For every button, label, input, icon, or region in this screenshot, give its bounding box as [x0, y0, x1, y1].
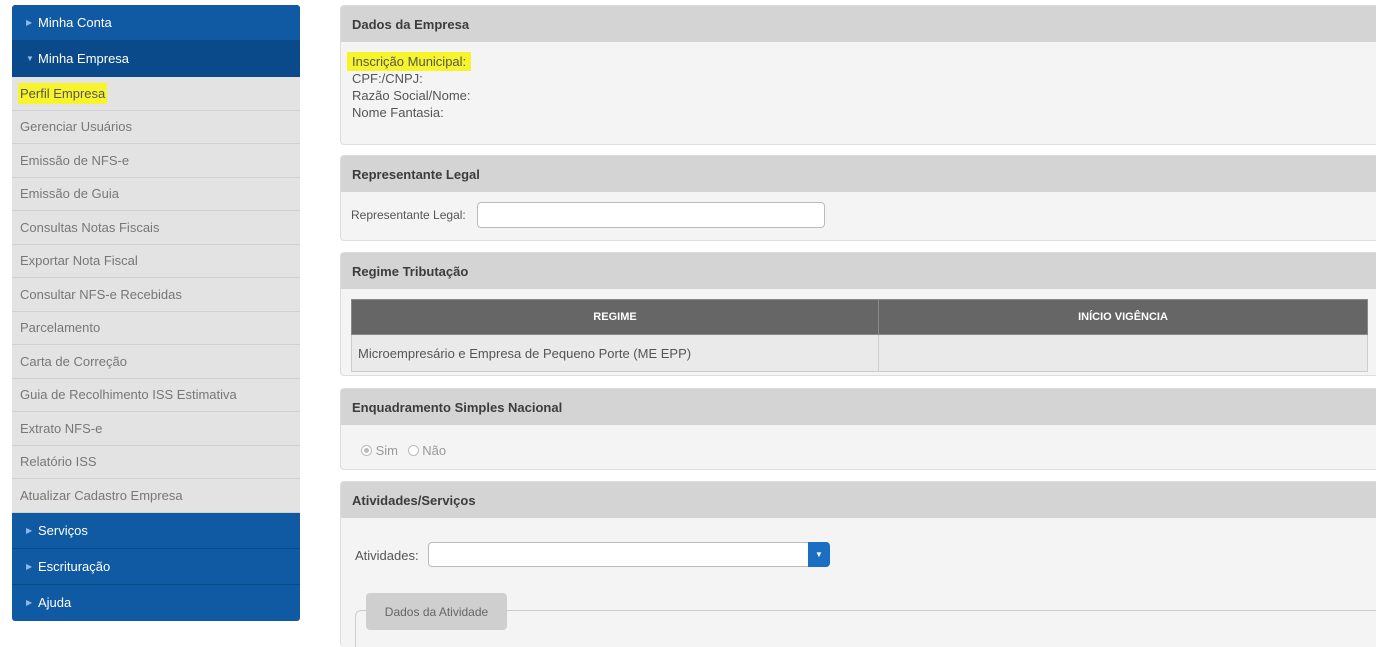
representante-legal-input[interactable] — [477, 202, 825, 228]
atividades-label: Atividades: — [355, 548, 419, 563]
sidebar-item-label: Atualizar Cadastro Empresa — [20, 487, 183, 503]
radio-nao[interactable] — [407, 445, 419, 456]
sidebar-item-emissao-nfse[interactable]: Emissão de NFS-e — [12, 144, 300, 178]
sidebar-item-extrato-nfse[interactable]: Extrato NFS-e — [12, 412, 300, 446]
sidebar-item-label: Extrato NFS-e — [20, 420, 103, 436]
sidebar-item-exportar-nota[interactable]: Exportar Nota Fiscal — [12, 244, 300, 278]
panel-title: Dados da Empresa — [341, 6, 1376, 42]
sidebar-item-label: Relatório ISS — [20, 454, 97, 470]
chevron-right-icon: ▶ — [26, 598, 33, 607]
sidebar-item-parcelamento[interactable]: Parcelamento — [12, 311, 300, 345]
inicio-vigencia-cell — [878, 334, 1368, 372]
sidebar-item-label: Emissão de NFS-e — [20, 152, 130, 168]
sidebar-item-label: Guia de Recolhimento ISS Estimativa — [20, 387, 237, 403]
sidebar-item-relatorio-iss[interactable]: Relatório ISS — [12, 445, 300, 479]
nav-servicos[interactable]: ▶ Serviços — [12, 512, 300, 549]
nav-minha-empresa-label: Minha Empresa — [38, 51, 130, 66]
sidebar-item-emissao-guia[interactable]: Emissão de Guia — [12, 177, 300, 211]
nav-minha-conta[interactable]: ▶ Minha Conta — [12, 5, 300, 41]
nome-fantasia-label: Nome Fantasia: — [352, 105, 444, 120]
nav-escrituracao[interactable]: ▶ Escrituração — [12, 548, 300, 585]
sidebar-item-label: Consultas Notas Fiscais — [20, 219, 160, 235]
regime-cell: Microempresário e Empresa de Pequeno Por… — [351, 334, 879, 372]
panel-title: Enquadramento Simples Nacional — [341, 389, 1376, 425]
sidebar-item-carta-correcao[interactable]: Carta de Correção — [12, 345, 300, 379]
sidebar-item-label: Consultar NFS-e Recebidas — [20, 286, 182, 302]
panel-regime-tributacao: Regime Tributação REGIME INÍCIO VIGÊNCIA… — [340, 252, 1376, 376]
nav-minha-empresa[interactable]: ▼ Minha Empresa — [12, 41, 300, 77]
sidebar-item-label: Perfil Empresa — [18, 82, 108, 104]
panel-title: Atividades/Serviços — [341, 482, 1376, 518]
sidebar-item-label: Emissão de Guia — [20, 186, 119, 202]
radio-sim-label: Sim — [375, 443, 399, 458]
sidebar-item-label: Gerenciar Usuários — [20, 119, 132, 135]
nav-minha-conta-label: Minha Conta — [38, 15, 112, 30]
nav-servicos-label: Serviços — [38, 522, 88, 538]
column-header-regime: REGIME — [351, 299, 879, 335]
sidebar-item-atualizar-cadastro[interactable]: Atualizar Cadastro Empresa — [12, 479, 300, 513]
atividades-select[interactable] — [428, 542, 828, 567]
panel-atividades-servicos: Atividades/Serviços Atividades: ▼ Dados … — [340, 481, 1376, 647]
razao-social-label: Razão Social/Nome: — [352, 88, 471, 103]
sidebar-item-label: Exportar Nota Fiscal — [20, 253, 138, 269]
sidebar-item-label: Carta de Correção — [20, 353, 127, 369]
chevron-down-icon[interactable]: ▼ — [808, 542, 830, 567]
nav-escrituracao-label: Escrituração — [38, 558, 111, 574]
panel-title: Representante Legal — [341, 156, 1376, 192]
sidebar-item-gerenciar-usuarios[interactable]: Gerenciar Usuários — [12, 110, 300, 144]
chevron-down-icon: ▼ — [26, 54, 34, 63]
sidebar-item-label: Parcelamento — [20, 320, 101, 336]
column-header-inicio-vigencia: INÍCIO VIGÊNCIA — [878, 299, 1368, 335]
chevron-right-icon: ▶ — [26, 561, 33, 571]
dados-atividade-fieldset — [355, 610, 1376, 647]
cpf-cnpj-label: CPF:/CNPJ: — [352, 71, 423, 86]
chevron-right-icon: ▶ — [26, 18, 33, 27]
panel-title: Regime Tributação — [341, 253, 1376, 289]
regime-table: REGIME INÍCIO VIGÊNCIA Microempresário e… — [351, 299, 1368, 372]
panel-simples-nacional: Enquadramento Simples Nacional Sim Não — [340, 388, 1376, 470]
sidebar-item-consultas-notas[interactable]: Consultas Notas Fiscais — [12, 211, 300, 245]
panel-dados-empresa: Dados da Empresa Inscrição Municipal: CP… — [340, 5, 1376, 145]
nav-ajuda-label: Ajuda — [38, 595, 72, 610]
table-row: Microempresário e Empresa de Pequeno Por… — [351, 334, 1368, 372]
dados-atividade-legend[interactable]: Dados da Atividade — [366, 593, 507, 630]
sidebar-item-consultar-recebidas[interactable]: Consultar NFS-e Recebidas — [12, 278, 300, 312]
sidebar: ▶ Minha Conta ▼ Minha Empresa Perfil Emp… — [12, 5, 300, 621]
chevron-right-icon: ▶ — [26, 525, 33, 535]
sidebar-item-perfil-empresa[interactable]: Perfil Empresa — [12, 77, 300, 111]
radio-nao-label: Não — [422, 443, 447, 458]
panel-representante-legal: Representante Legal Representante Legal: — [340, 155, 1376, 241]
representante-legal-label: Representante Legal: — [351, 208, 466, 222]
sidebar-item-guia-iss-estimativa[interactable]: Guia de Recolhimento ISS Estimativa — [12, 378, 300, 412]
radio-sim[interactable] — [361, 445, 372, 456]
inscricao-municipal-label: Inscrição Municipal: — [347, 52, 472, 71]
nav-ajuda[interactable]: ▶ Ajuda — [12, 584, 300, 621]
